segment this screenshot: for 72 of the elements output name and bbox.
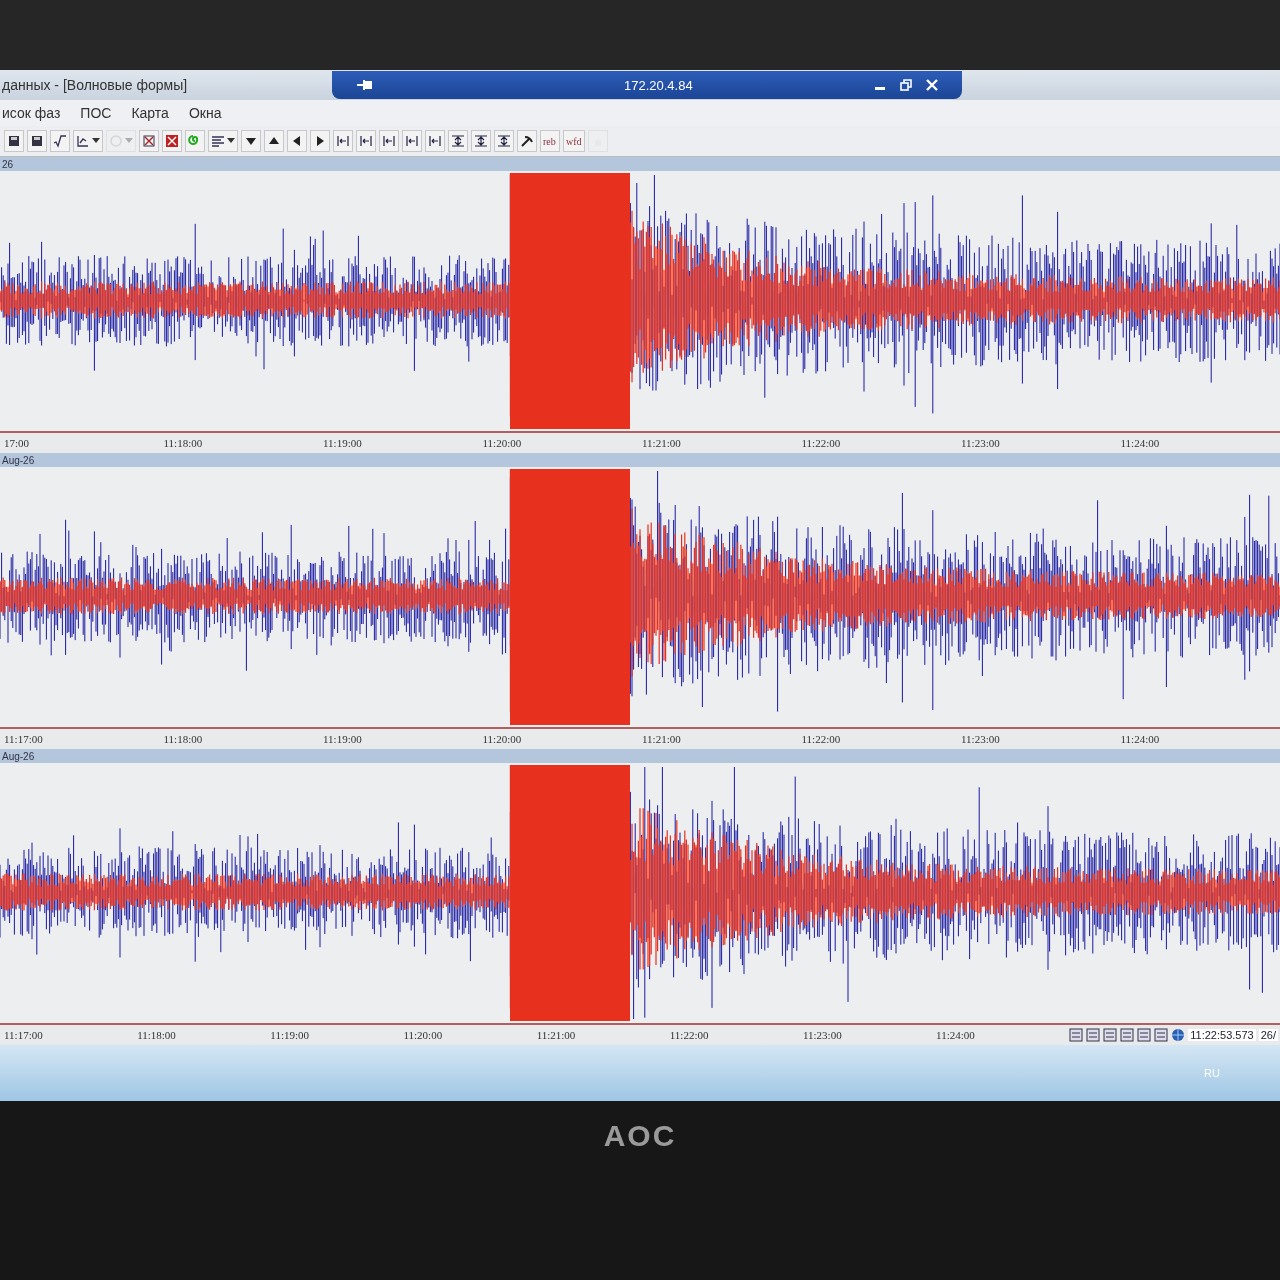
status-icon[interactable] [1154,1028,1169,1042]
status-icon[interactable] [1086,1028,1101,1042]
time-tick-label: 11:20:00 [482,733,523,745]
time-tick-label: 11:19:00 [270,1029,311,1041]
toolbar-button[interactable] [241,130,261,152]
axis-icon [76,134,90,148]
time-tick-label: 11:17:00 [4,1029,44,1041]
restore-icon[interactable] [900,78,912,92]
time-tick-label: 11:20:00 [482,437,523,449]
time-tick-label: 11:23:00 [802,1029,843,1041]
caret-icon [227,138,235,144]
close-icon[interactable] [926,79,938,91]
channel-label: Aug-26 [2,750,35,762]
toolbar-button[interactable] [162,130,182,152]
toolbar-button[interactable]: reb [540,130,560,152]
time-tick-label: 11:19:00 [323,437,363,449]
time-tick-label: 11:18:00 [163,437,204,449]
lines-icon [211,134,225,148]
time-tick-label: 11:21:00 [536,1029,577,1041]
monitor-brand-logo: AOC [603,1119,677,1154]
crossed-box-icon [142,134,156,148]
toolbar-button[interactable] [27,130,47,152]
time-tick-label: 11:21:00 [642,733,682,745]
time-tick-label: 11:17:00 [4,733,44,745]
toolbar-button[interactable]: wfd [563,130,585,152]
status-date: 26/ [1258,1029,1278,1041]
globe-icon[interactable] [1171,1028,1186,1042]
toolbar-button[interactable] [208,130,238,152]
toolbar-button[interactable] [471,130,491,152]
time-tick-label: 17:00 [4,437,31,449]
pin-icon[interactable] [356,78,374,92]
time-tick-label: 11:19:00 [323,733,363,745]
remote-host-title: 172.20.4.84 [624,77,693,93]
toolbar-button[interactable] [139,130,159,152]
channel-label: 26 [2,158,14,170]
time-tick-label: 11:22:00 [801,437,842,449]
time-tick-label: 11:24:00 [936,1029,976,1041]
time-tick-label: 11:20:00 [403,1029,444,1041]
toolbar-button[interactable] [310,130,330,152]
root-icon [53,134,67,148]
time-tick-label: 11:21:00 [642,437,682,449]
time-tick-label: 11:24:00 [1120,437,1161,449]
toolbar-button[interactable] [517,130,537,152]
menu-item[interactable]: исок фаз [0,105,63,121]
time-tick-label: 11:22:00 [669,1029,710,1041]
caret-icon [92,138,100,144]
channel-label: Aug-26 [2,454,35,466]
status-clock: 11:22:53.573 [1188,1029,1256,1041]
menu-item[interactable]: ПОС [78,105,114,121]
menu-item[interactable]: Карта [129,105,171,121]
toolbar-button[interactable] [50,130,70,152]
toolbar-button[interactable] [264,130,284,152]
time-tick-label: 11:18:00 [163,733,204,745]
toolbar-button[interactable] [4,130,24,152]
menu-item[interactable]: Окна [186,105,224,121]
status-icon[interactable] [1137,1028,1152,1042]
filled-crossed-box-icon [165,134,179,148]
toolbar-button[interactable] [448,130,468,152]
time-tick-label: 11:23:00 [961,437,1001,449]
time-tick-label: 11:22:00 [801,733,842,745]
time-tick-label: 11:18:00 [137,1029,177,1041]
time-tick-label: 11:23:00 [961,733,1001,745]
time-tick-label: 11:24:00 [1120,733,1161,745]
toolbar-button[interactable] [494,130,514,152]
status-icon[interactable] [1103,1028,1118,1042]
caret-icon [125,138,133,144]
window-title: данных - [Волновые формы] [1,77,189,93]
status-icon[interactable] [1069,1028,1084,1042]
status-icon[interactable] [1120,1028,1135,1042]
pick-icon [520,134,534,148]
toolbar-button[interactable] [73,130,103,152]
toolbar-button[interactable] [287,130,307,152]
